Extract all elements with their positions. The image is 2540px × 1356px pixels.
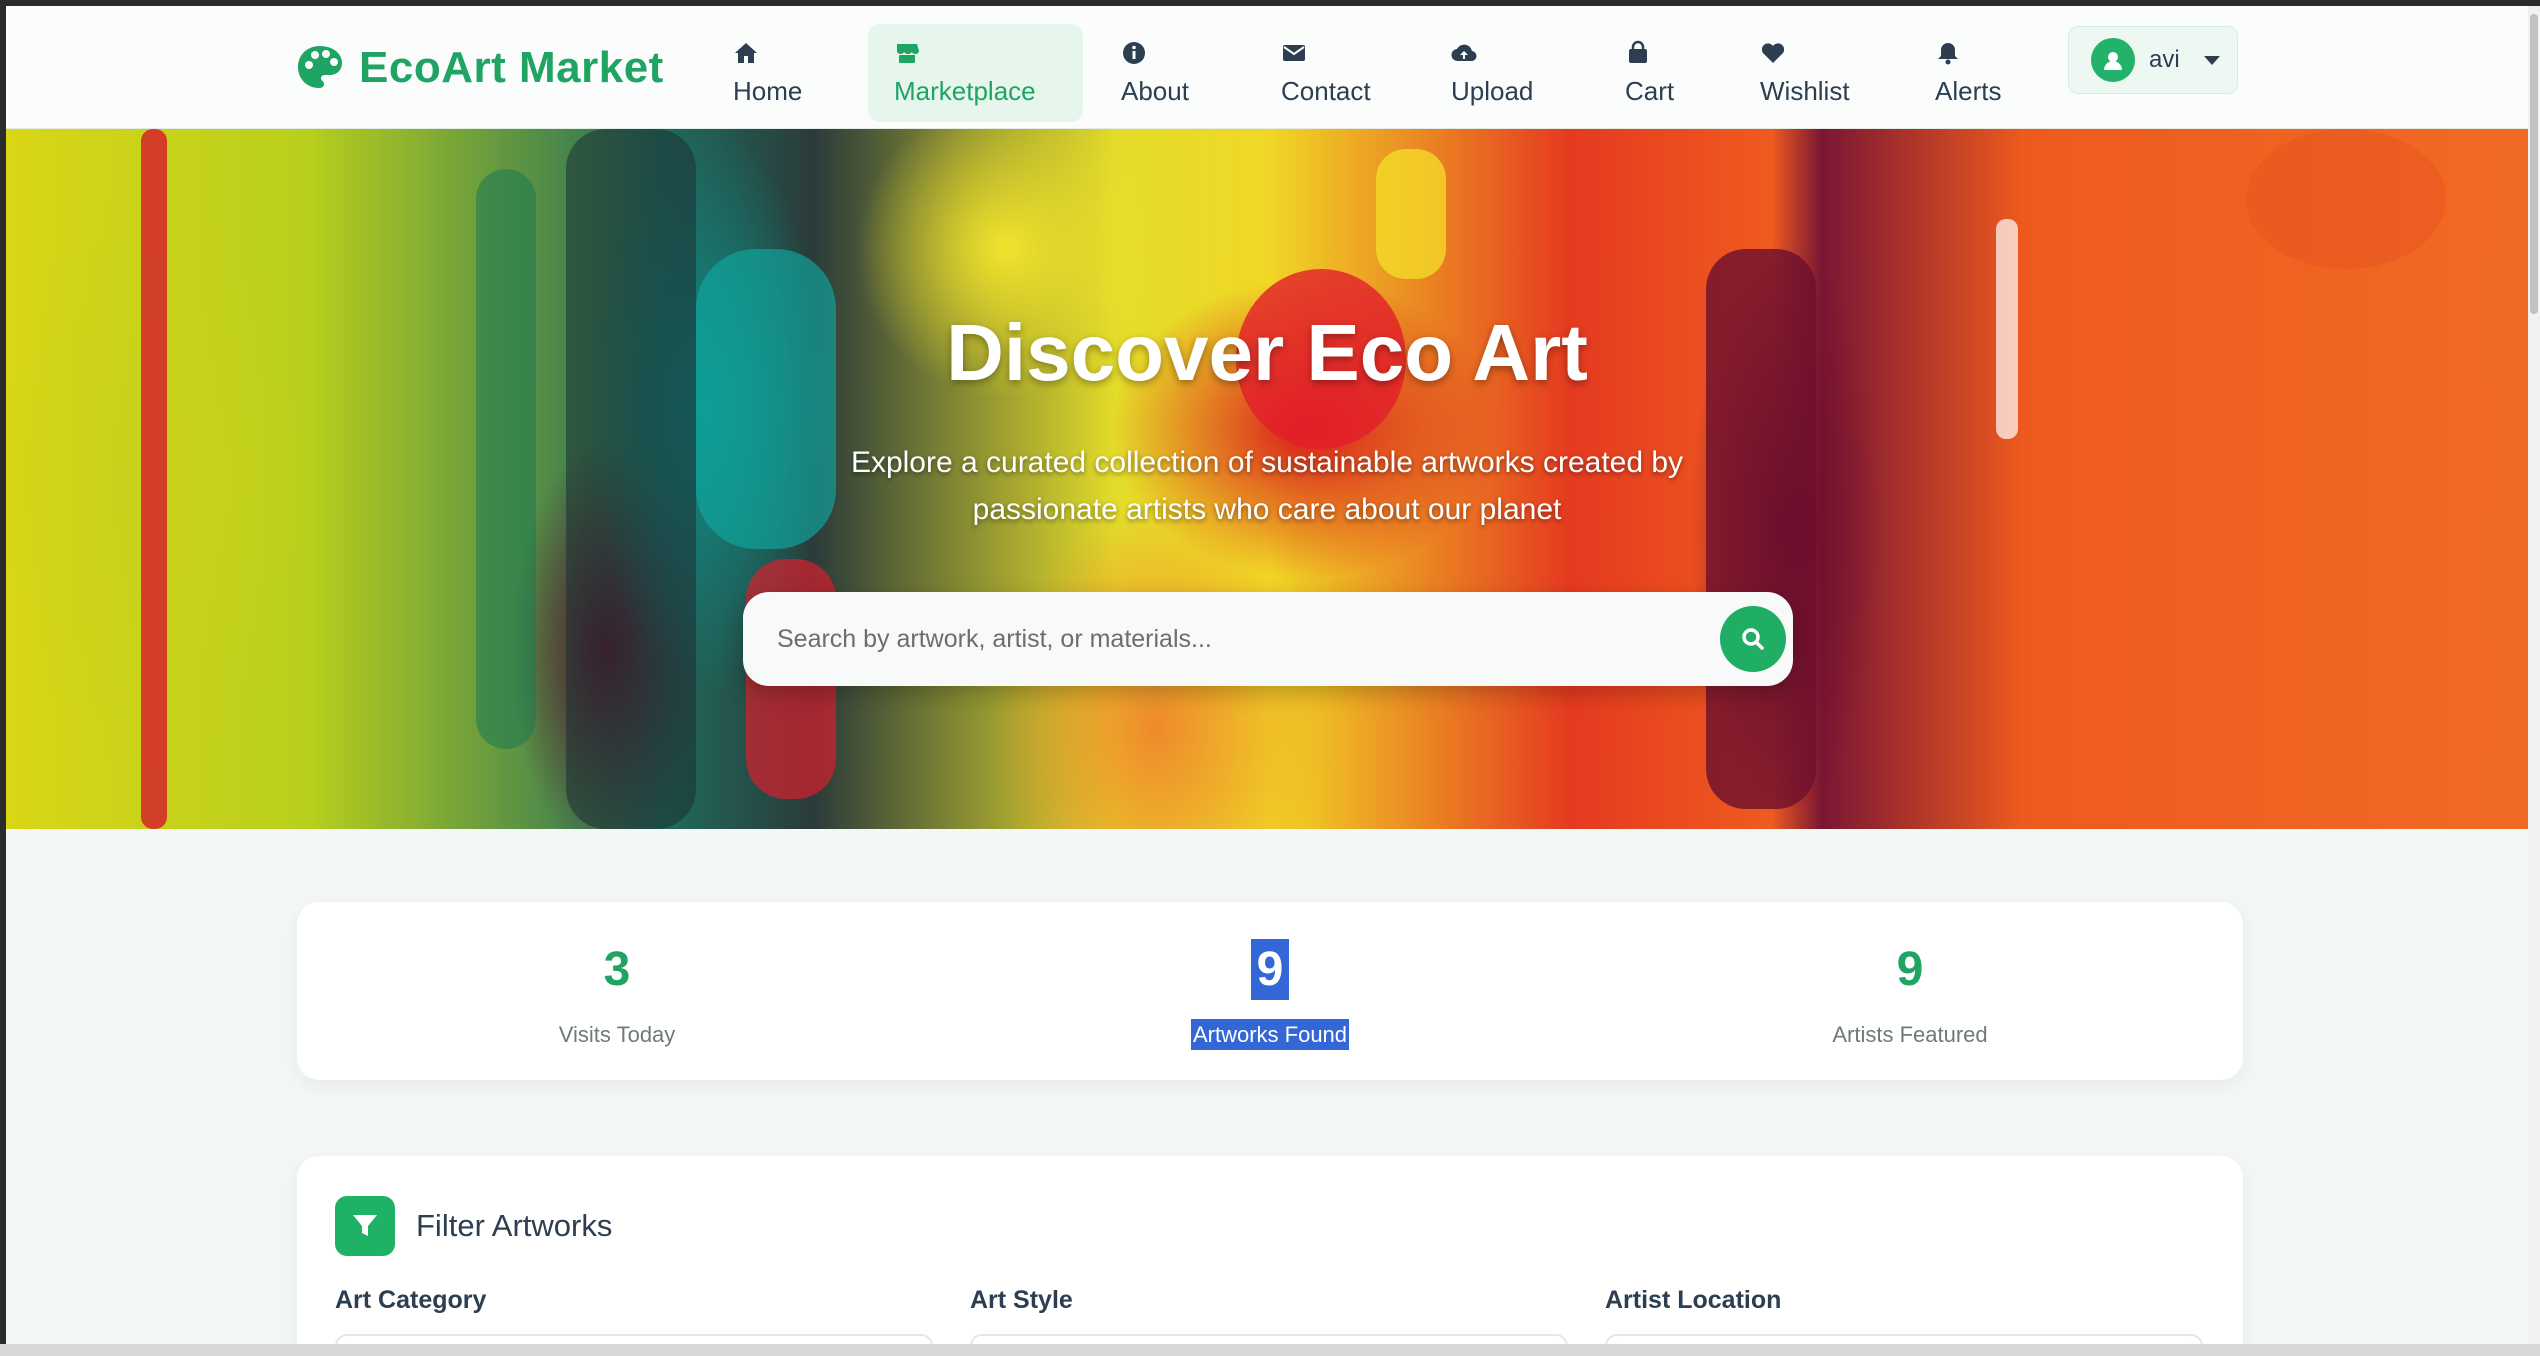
scrollbar-thumb[interactable] <box>2530 14 2538 314</box>
envelope-icon <box>1283 44 1305 61</box>
brand-name: EcoArt Market <box>359 43 664 92</box>
art-category-select[interactable] <box>335 1334 933 1344</box>
store-icon <box>897 43 919 63</box>
stat-label: Artists Featured <box>1832 1022 1988 1047</box>
stat-value: 9 <box>1896 943 1924 996</box>
brand-logo[interactable]: EcoArt Market <box>295 40 664 96</box>
nav-alerts[interactable]: Alerts <box>1909 24 2027 122</box>
search-bar <box>743 592 1793 686</box>
nav-contact-label: Contact <box>1281 75 1371 106</box>
nav-about-label: About <box>1121 75 1189 106</box>
field-label-artist-location: Artist Location <box>1605 1286 1782 1314</box>
stat-label: Visits Today <box>558 1022 676 1047</box>
stat-value: 3 <box>603 943 631 996</box>
hero-subtitle-line-1: Explore a curated collection of sustaina… <box>850 446 1684 479</box>
stats-card: 3 Visits Today 9 Artworks Found 9 Artist… <box>297 902 2243 1080</box>
nav-marketplace-label: Marketplace <box>894 75 1036 106</box>
search-button[interactable] <box>1720 606 1786 672</box>
nav-cart-label: Cart <box>1625 75 1675 106</box>
nav-about[interactable]: About <box>1095 24 1215 122</box>
art-style-select[interactable] <box>970 1334 1568 1344</box>
hero-subtitle-line-2: passionate artists who care about our pl… <box>972 493 1562 526</box>
hero-title: Discover Eco Art <box>946 308 1588 397</box>
nav-cart[interactable]: Cart <box>1599 24 1700 122</box>
field-label-art-category: Art Category <box>335 1286 487 1314</box>
info-icon <box>1123 41 1145 64</box>
filter-panel: Filter Artworks Art Category Art Style A… <box>297 1156 2243 1344</box>
nav-contact[interactable]: Contact <box>1255 24 1397 122</box>
hero-subtitle: Explore a curated collection of sustaina… <box>817 439 1717 533</box>
nav-alerts-label: Alerts <box>1935 75 2002 106</box>
nav-wishlist-label: Wishlist <box>1760 75 1850 106</box>
stat-value: 9 <box>1250 939 1290 1000</box>
shopping-bag-icon <box>1629 40 1647 63</box>
chevron-down-icon <box>2203 55 2220 65</box>
window-bottom-edge <box>0 1344 2540 1356</box>
filter-icon <box>335 1196 395 1256</box>
user-name: avi <box>2149 46 2180 73</box>
bell-icon <box>1938 42 1958 64</box>
home-icon <box>735 42 757 63</box>
nav-home[interactable]: Home <box>707 24 828 122</box>
user-menu-button[interactable]: avi <box>2068 26 2238 94</box>
user-circle-icon <box>2091 38 2135 82</box>
search-icon <box>1742 628 1764 650</box>
top-navbar: EcoArt Market Home Marketplace About Con… <box>6 6 2528 129</box>
nav-marketplace[interactable]: Marketplace <box>868 24 1083 122</box>
field-label-art-style: Art Style <box>970 1286 1073 1314</box>
nav-home-label: Home <box>733 75 803 106</box>
search-input[interactable] <box>777 592 1677 686</box>
nav-wishlist[interactable]: Wishlist <box>1734 24 1876 122</box>
artist-location-select[interactable] <box>1605 1334 2203 1344</box>
stat-label: Artworks Found <box>1190 1019 1350 1050</box>
browser-viewport: EcoArt Market Home Marketplace About Con… <box>6 6 2528 1344</box>
heart-icon <box>1761 42 1785 63</box>
palette-icon <box>298 46 342 88</box>
stat-visits-today: 3 Visits Today <box>297 902 937 1080</box>
hero-banner: Discover Eco Art Explore a curated colle… <box>6 129 2528 829</box>
nav-upload[interactable]: Upload <box>1425 24 1559 122</box>
page-scrollbar[interactable] <box>2528 6 2540 1344</box>
stat-artists-featured: 9 Artists Featured <box>1590 902 2230 1080</box>
filter-title: Filter Artworks <box>416 1208 613 1243</box>
cloud-upload-icon <box>1451 44 1477 61</box>
stat-artworks-found: 9 Artworks Found <box>950 902 1590 1080</box>
nav-upload-label: Upload <box>1451 75 1534 106</box>
